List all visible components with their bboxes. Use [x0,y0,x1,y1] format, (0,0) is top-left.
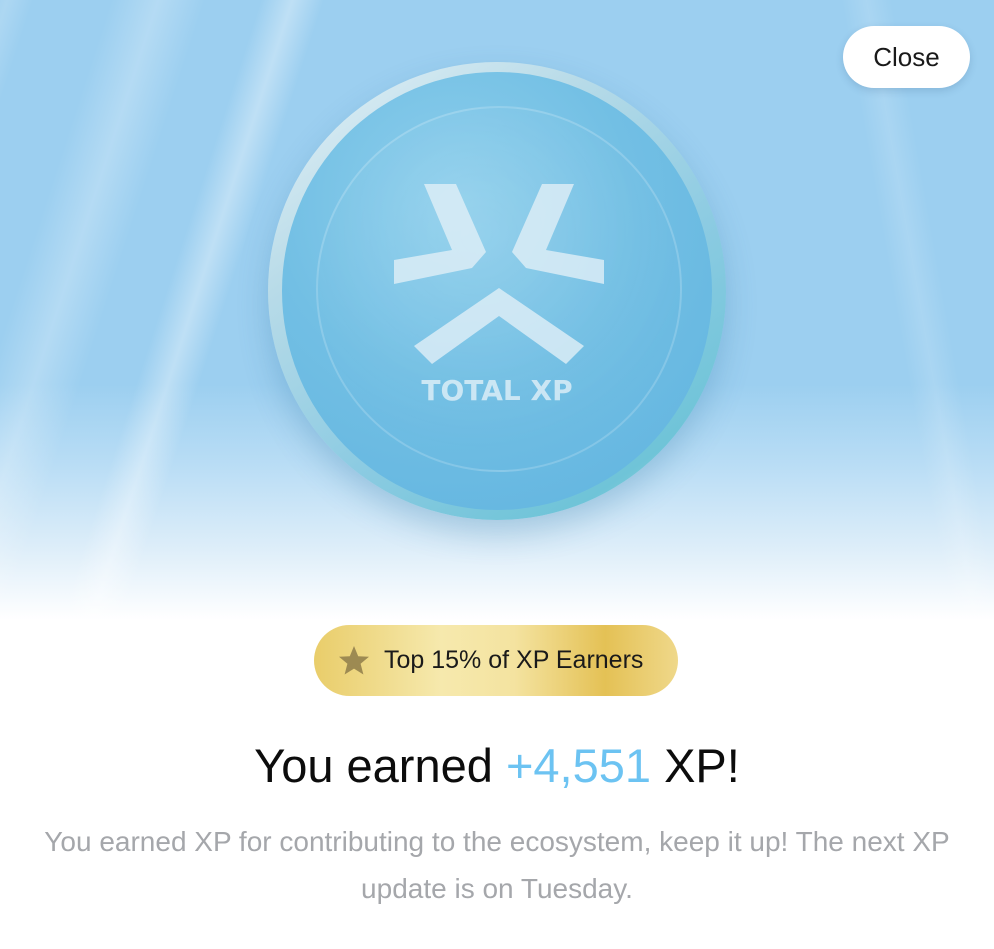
xp-amount: +4,551 [505,739,651,792]
coin-face: TOTAL XP [282,72,712,510]
xp-description: You earned XP for contributing to the ec… [44,826,950,904]
badge-text: Top 15% of XP Earners [384,646,644,674]
close-button[interactable]: Close [843,26,970,88]
light-streak [0,0,236,620]
total-xp-logo-icon [394,184,604,364]
headline-prefix: You earned [254,739,493,792]
coin-label: TOTAL XP [421,374,573,407]
hero-banner: TOTAL XP Close [0,0,994,620]
xp-earned-modal: TOTAL XP Close Top 15% of XP Earners You… [0,0,994,949]
light-streak [0,0,68,620]
light-streak [820,0,994,620]
headline-suffix: XP! [664,739,740,792]
total-xp-coin: TOTAL XP [268,62,726,520]
star-icon [339,645,369,674]
xp-earned-headline: You earned +4,551 XP! [0,738,994,793]
top-earners-badge: Top 15% of XP Earners [314,625,678,696]
